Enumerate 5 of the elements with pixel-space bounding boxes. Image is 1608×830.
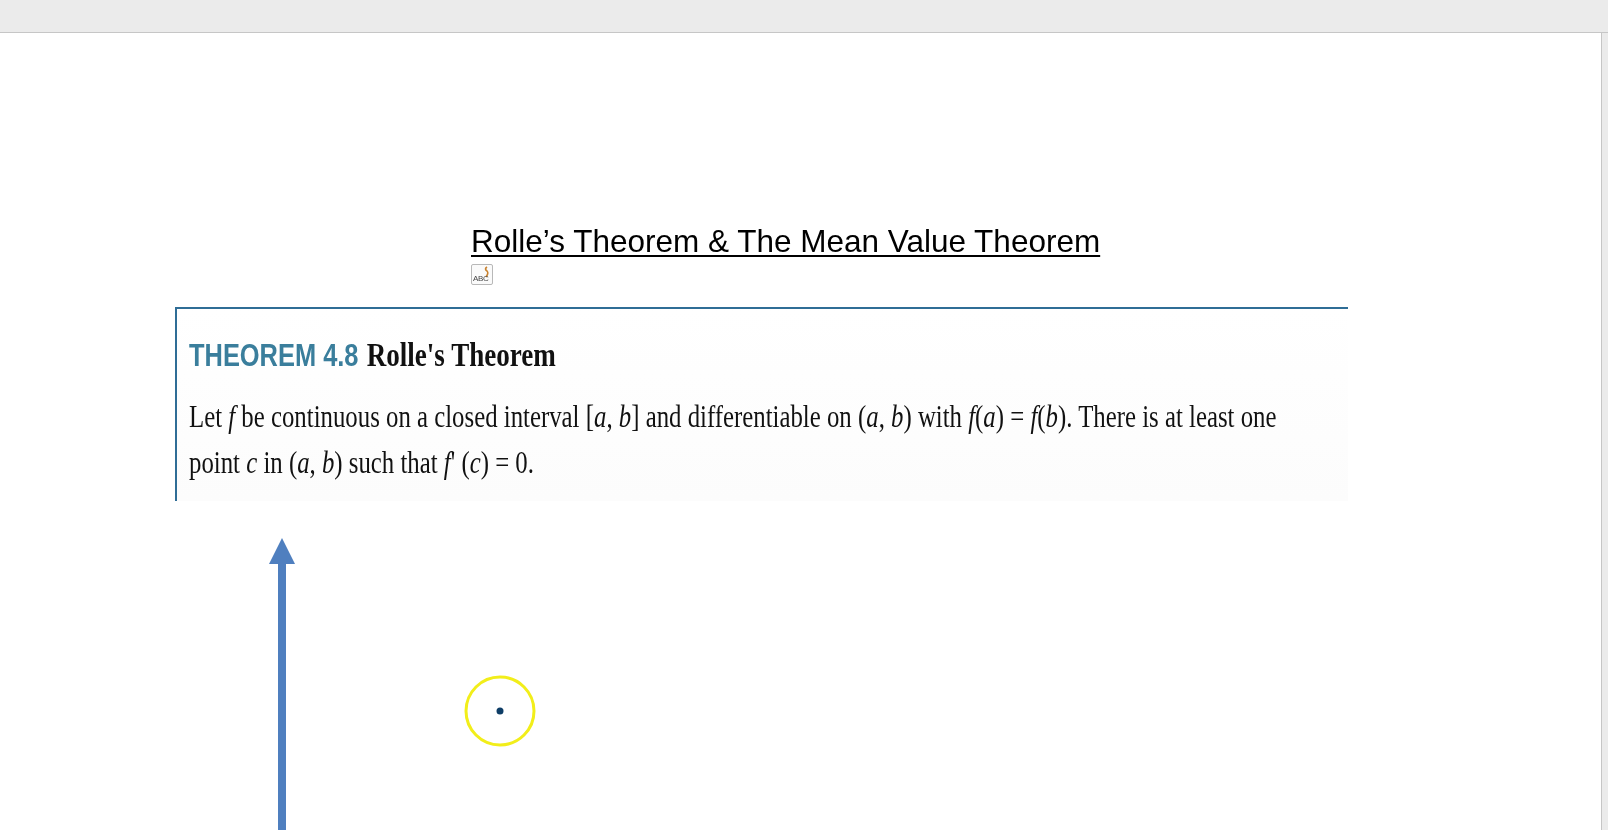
theorem-name: Rolle's Theorem: [366, 337, 556, 374]
theorem-number: THEOREM 4.8: [189, 338, 359, 374]
document-title: Rolle’s Theorem & The Mean Value Theorem: [471, 223, 1101, 260]
equation-object-icon[interactable]: ABC: [471, 264, 493, 285]
circle-marker: [464, 675, 536, 747]
